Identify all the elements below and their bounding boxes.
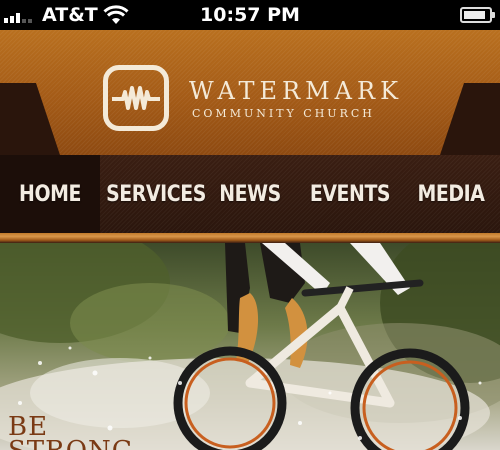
nav-divider xyxy=(0,233,500,243)
watermark-logo-icon[interactable] xyxy=(103,65,169,131)
site-header: WATERMARK COMMUNITY CHURCH xyxy=(0,30,500,155)
status-time: 10:57 PM xyxy=(200,4,300,26)
nav-item-label: NEWS xyxy=(219,181,281,207)
main-nav: HOME SERVICES NEWS EVENTS MEDIA xyxy=(0,155,500,233)
header-shade-left xyxy=(0,83,60,155)
nav-item-label: EVENTS xyxy=(309,181,391,207)
battery-icon xyxy=(460,7,495,23)
brand-name: WATERMARK xyxy=(189,77,403,105)
hero-banner[interactable] xyxy=(0,243,500,450)
hero-title-line2: STRONG xyxy=(8,438,134,450)
nav-item-label: HOME xyxy=(19,181,81,207)
nav-item-services[interactable]: SERVICES xyxy=(106,155,206,233)
nav-item-home[interactable]: HOME xyxy=(0,155,100,233)
nav-item-label: SERVICES xyxy=(106,181,206,207)
nav-item-news[interactable]: NEWS xyxy=(217,155,282,233)
hero-image xyxy=(0,243,500,450)
nav-item-media[interactable]: MEDIA xyxy=(414,155,488,233)
brand-subtitle: COMMUNITY CHURCH xyxy=(192,107,375,120)
status-bar: AT&T 10:57 PM xyxy=(0,0,500,30)
header-shade-right xyxy=(440,83,500,155)
nav-item-events[interactable]: EVENTS xyxy=(307,155,393,233)
nav-item-label: MEDIA xyxy=(417,181,485,207)
